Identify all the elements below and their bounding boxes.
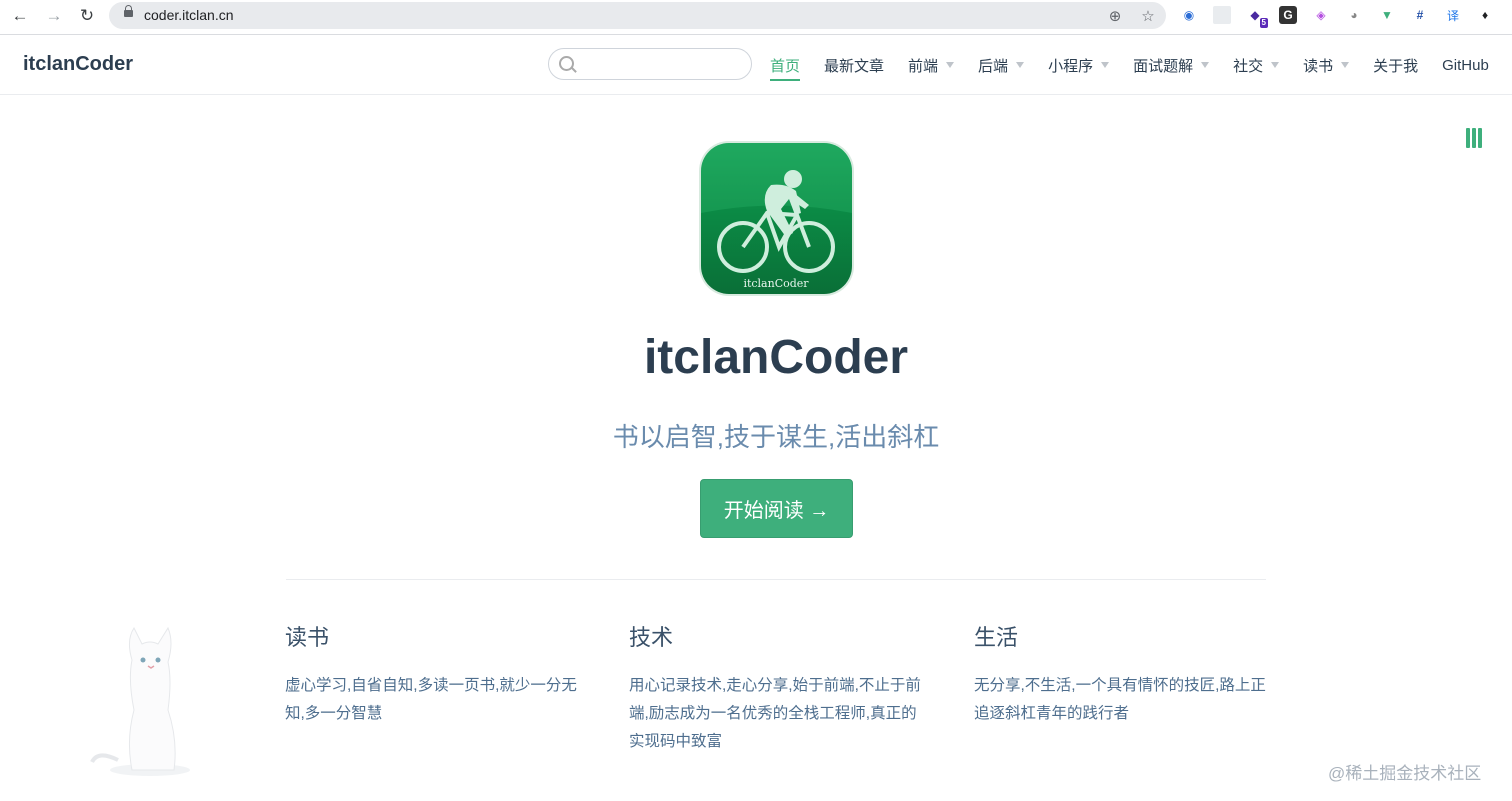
- sidebar-toggle-icon[interactable]: [1466, 128, 1482, 148]
- nav-item-label: 社交: [1233, 57, 1264, 75]
- extension-icon[interactable]: ◆ 5: [1246, 6, 1268, 28]
- cat-illustration: [88, 620, 198, 780]
- nav-item-label: 小程序: [1048, 57, 1094, 75]
- feature-reading: 读书 虚心学习,自省自知,多读一页书,就少一分无知,多一分智慧: [285, 620, 577, 728]
- nav-item-5[interactable]: 面试题解: [1133, 36, 1210, 94]
- search-input[interactable]: [579, 53, 748, 77]
- nav-item-label: GitHub: [1442, 56, 1489, 74]
- feature-life: 生活 无分享,不生活,一个具有情怀的技匠,路上正追逐斜杠青年的践行者: [974, 620, 1266, 728]
- extensions-puzzle-icon[interactable]: ♦: [1476, 6, 1494, 24]
- lock-icon: [124, 5, 133, 17]
- nav-item-3[interactable]: 后端: [978, 36, 1025, 94]
- hero-description: 书以启智,技于谋生,活出斜杠: [612, 422, 940, 452]
- nav-item-2[interactable]: 前端: [908, 36, 955, 94]
- extension-icon[interactable]: ◕: [1345, 6, 1363, 24]
- feature-tech: 技术 用心记录技术,走心分享,始于前端,不止于前端,励志成为一名优秀的全栈工程师…: [629, 620, 921, 756]
- nav-item-label: 面试题解: [1133, 57, 1194, 75]
- nav-item-label: 最新文章: [824, 57, 885, 75]
- nav-item-4[interactable]: 小程序: [1048, 36, 1110, 94]
- feature-title: 技术: [629, 625, 674, 650]
- nav-item-7[interactable]: 读书: [1303, 36, 1350, 94]
- site-logo: itclanCoder: [701, 143, 852, 294]
- nav-links: 首页 最新文章 前端 后端 小程序 面试题解 社交 读书 关于我 GitHub: [770, 36, 1512, 94]
- site-navbar: itclanCoder 首页 最新文章 前端 后端 小程序 面试题解 社交 读书 关于我 GitH…: [0, 36, 1512, 95]
- nav-item-1[interactable]: 最新文章: [824, 36, 884, 94]
- chevron-down-icon: [1271, 62, 1280, 68]
- search-box[interactable]: [548, 48, 752, 80]
- nav-item-label: 首页: [770, 55, 801, 81]
- hero-title: itclanCoder: [643, 331, 909, 384]
- extension-icon[interactable]: G: [1279, 6, 1297, 24]
- feature-details: 无分享,不生活,一个具有情怀的技匠,路上正追逐斜杠青年的践行者: [974, 677, 1266, 722]
- url-text: coder.itclan.cn: [144, 7, 234, 23]
- feature-details: 虚心学习,自省自知,多读一页书,就少一分无知,多一分智慧: [285, 677, 577, 722]
- chevron-down-icon: [946, 62, 955, 68]
- nav-item-8[interactable]: 关于我: [1373, 36, 1418, 94]
- search-icon: [559, 56, 574, 71]
- site-name[interactable]: itclanCoder: [23, 53, 133, 76]
- extension-icon[interactable]: ◈: [1312, 6, 1330, 24]
- logo-caption: itclanCoder: [743, 277, 809, 290]
- chevron-down-icon: [1101, 62, 1110, 68]
- feature-title: 读书: [285, 625, 330, 650]
- forward-button[interactable]: →: [42, 6, 66, 26]
- browser-toolbar: ← → ↻ coder.itclan.cn ⊕ ☆ ◉ ◆ 5 G ◈ ◕ ▼ #…: [0, 0, 1512, 35]
- feature-details: 用心记录技术,走心分享,始于前端,不止于前端,励志成为一名优秀的全栈工程师,真正…: [629, 677, 921, 750]
- nav-item-label: 后端: [978, 57, 1009, 75]
- feature-title: 生活: [974, 625, 1019, 650]
- extension-badge: 5: [1259, 18, 1268, 28]
- translate-extension-icon[interactable]: 译: [1444, 6, 1462, 24]
- vue-devtools-icon[interactable]: ▼: [1378, 6, 1396, 24]
- back-button[interactable]: ←: [8, 6, 32, 26]
- nav-item-9[interactable]: GitHub: [1442, 36, 1489, 94]
- nav-item-label: 前端: [908, 57, 939, 75]
- address-bar[interactable]: coder.itclan.cn ⊕ ☆: [109, 2, 1166, 29]
- cyclist-logo-icon: itclanCoder: [701, 143, 852, 290]
- extension-icon[interactable]: [1213, 6, 1231, 24]
- nav-item-0[interactable]: 首页: [770, 36, 801, 94]
- reload-button[interactable]: ↻: [75, 6, 99, 26]
- nav-item-label: 读书: [1303, 57, 1334, 75]
- chevron-down-icon: [1201, 62, 1210, 68]
- install-app-icon[interactable]: ⊕: [1105, 6, 1125, 26]
- bookmark-star-icon[interactable]: ☆: [1138, 6, 1158, 26]
- chevron-down-icon: [1016, 62, 1025, 68]
- divider: [286, 579, 1266, 580]
- nav-item-label: 关于我: [1373, 57, 1419, 75]
- watermark: @稀土掘金技术社区: [1328, 764, 1482, 783]
- nav-item-6[interactable]: 社交: [1233, 36, 1280, 94]
- extension-icon[interactable]: ◉: [1180, 6, 1198, 24]
- start-reading-button[interactable]: 开始阅读 →: [700, 479, 853, 538]
- extension-icon[interactable]: #: [1411, 6, 1429, 24]
- chevron-down-icon: [1341, 62, 1350, 68]
